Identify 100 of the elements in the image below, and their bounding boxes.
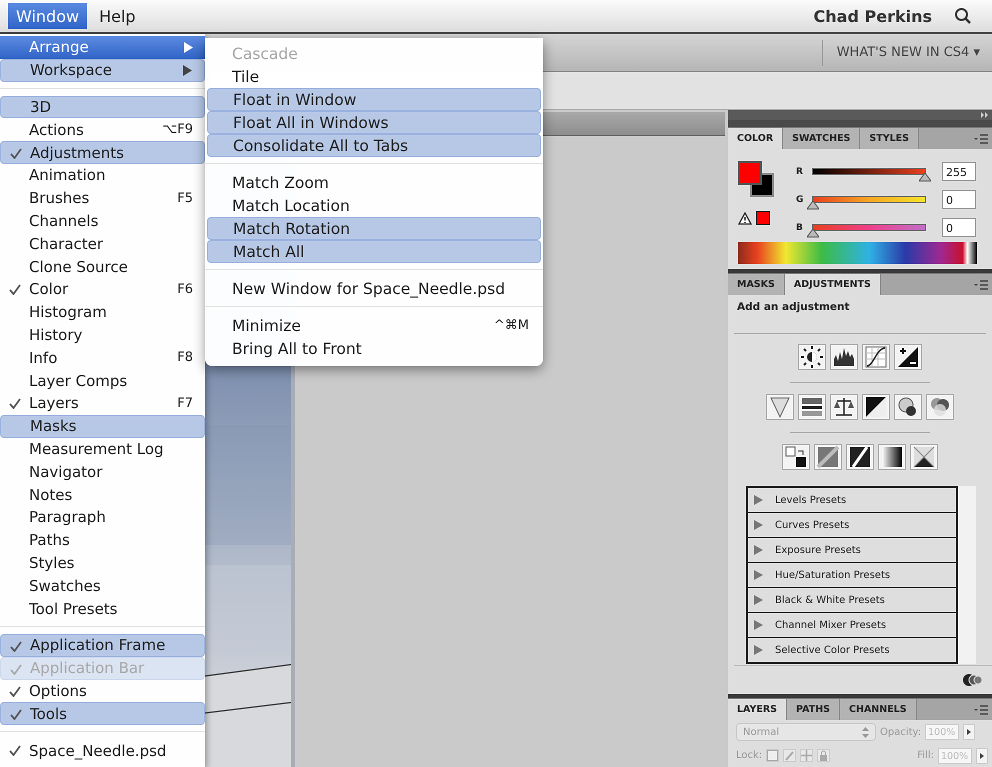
- panel-menu-icon[interactable]: [974, 280, 988, 290]
- panel-tab[interactable]: COLOR: [728, 128, 784, 149]
- diagonal-split-icon[interactable]: [862, 394, 890, 420]
- preset-row[interactable]: Black & White Presets: [748, 588, 956, 613]
- shortcut-text: F6: [177, 282, 193, 297]
- disclosure-triangle-icon[interactable]: [754, 495, 763, 505]
- menu-item[interactable]: Adjustments: [0, 141, 205, 164]
- menu-item[interactable]: Layer Comps: [0, 369, 205, 392]
- slash-icon[interactable]: [846, 444, 874, 470]
- menu-item[interactable]: Paths: [0, 528, 205, 552]
- menu-item[interactable]: 3D: [0, 96, 205, 118]
- menu-item[interactable]: Arrange: [0, 36, 205, 59]
- panel-tab[interactable]: SWATCHES: [783, 128, 860, 149]
- value-field[interactable]: 0: [942, 190, 976, 209]
- checkmark-icon: [9, 686, 21, 697]
- preset-row[interactable]: Curves Presets: [748, 513, 956, 538]
- menu-item[interactable]: Space_Needle.psd: [0, 739, 205, 762]
- user-name: Chad Perkins: [814, 6, 932, 26]
- menu-item[interactable]: Layers F7: [0, 392, 205, 415]
- menu-item[interactable]: Paragraph: [0, 506, 205, 529]
- color-bars-icon[interactable]: [798, 394, 826, 420]
- histogram-icon[interactable]: [830, 344, 858, 370]
- workspace-menu[interactable]: WHAT'S NEW IN CS4 ▾: [836, 45, 980, 60]
- menu-title[interactable]: Window: [8, 3, 88, 29]
- value-field[interactable]: 0: [942, 218, 976, 237]
- checkmark-icon: [10, 709, 22, 720]
- plus-minus-icon[interactable]: [894, 344, 922, 370]
- preset-row[interactable]: Hue/Saturation Presets: [748, 563, 956, 588]
- menu-item[interactable]: Float All in Windows: [207, 111, 541, 134]
- menu-item[interactable]: Styles: [0, 552, 205, 574]
- lens-filter-icon[interactable]: [894, 394, 922, 420]
- panel-tab[interactable]: CHANNELS: [840, 699, 917, 720]
- curve-graph-icon[interactable]: [862, 344, 890, 370]
- sun-icon[interactable]: [798, 344, 826, 370]
- panel-tab[interactable]: ADJUSTMENTS: [784, 274, 881, 295]
- slider-thumb[interactable]: [807, 201, 819, 210]
- menu-item[interactable]: Match Rotation: [207, 217, 541, 240]
- menu-item[interactable]: Clone Source: [0, 255, 205, 278]
- preset-row[interactable]: Channel Mixer Presets: [748, 613, 956, 638]
- menu-item[interactable]: Application Frame: [0, 634, 205, 657]
- menu-item[interactable]: Float in Window: [207, 88, 541, 111]
- preset-row[interactable]: Levels Presets: [748, 488, 956, 513]
- disclosure-triangle-icon[interactable]: [754, 645, 763, 655]
- slider-thumb[interactable]: [919, 173, 931, 182]
- menu-item[interactable]: Notes: [0, 483, 205, 506]
- panel-tab[interactable]: PATHS: [787, 699, 840, 720]
- menu-item[interactable]: Workspace: [0, 58, 205, 82]
- menu-item[interactable]: New Window for Space_Needle.psd: [207, 277, 541, 300]
- disclosure-triangle-icon[interactable]: [754, 545, 763, 555]
- swap-squares-icon[interactable]: [782, 444, 810, 470]
- value-field[interactable]: 255: [942, 162, 976, 181]
- shortcut-text: ⌥F9: [162, 122, 193, 138]
- preset-row[interactable]: Selective Color Presets: [748, 638, 956, 662]
- panel-tab[interactable]: LAYERS: [728, 699, 788, 720]
- disclosure-triangle-icon[interactable]: [754, 595, 763, 605]
- panel-menu-icon[interactable]: [974, 134, 988, 144]
- menu-item[interactable]: Channels: [0, 210, 205, 232]
- menu-item[interactable]: Measurement Log: [0, 438, 205, 460]
- menu-item[interactable]: Swatches: [0, 574, 205, 598]
- menu-item[interactable]: Character: [0, 232, 205, 256]
- search-icon[interactable]: [954, 7, 972, 25]
- menu-item[interactable]: Masks: [0, 414, 205, 438]
- menu-item[interactable]: Histogram: [0, 300, 205, 324]
- menu-item[interactable]: Actions ⌥F9: [0, 118, 205, 142]
- collapse-icon[interactable]: [981, 112, 989, 118]
- menu-item[interactable]: Tile: [207, 65, 541, 88]
- menu-item[interactable]: Match Zoom: [207, 171, 541, 194]
- warning-icon[interactable]: [738, 212, 752, 224]
- menu-item[interactable]: Options: [0, 680, 205, 702]
- preset-row[interactable]: Exposure Presets: [748, 538, 956, 563]
- menu-item[interactable]: Minimize ^⌘M: [207, 314, 541, 337]
- gradient-icon[interactable]: [878, 444, 906, 470]
- gradient-square-icon[interactable]: [814, 444, 842, 470]
- panel-menu-icon[interactable]: [974, 704, 988, 714]
- menu-item[interactable]: Animation: [0, 164, 205, 187]
- clip-circles-icon[interactable]: [962, 673, 984, 687]
- cross-triangles-icon[interactable]: [910, 444, 938, 470]
- scales-icon[interactable]: [830, 394, 858, 420]
- disclosure-triangle-icon[interactable]: [754, 620, 763, 630]
- menu-item[interactable]: Tool Presets: [0, 597, 205, 620]
- menu-item[interactable]: Match All: [207, 240, 541, 263]
- overlapping-circles-icon[interactable]: [926, 394, 954, 420]
- disclosure-triangle-icon[interactable]: [754, 520, 763, 530]
- menu-item[interactable]: Navigator: [0, 460, 205, 484]
- menu-title[interactable]: Help: [91, 3, 144, 29]
- menu-item[interactable]: Tools: [0, 702, 205, 726]
- menu-item[interactable]: History: [0, 324, 205, 346]
- menu-item[interactable]: Bring All to Front: [207, 337, 541, 360]
- panel-tab[interactable]: MASKS: [728, 274, 785, 295]
- color-spectrum[interactable]: [728, 242, 992, 269]
- menu-item[interactable]: Brushes F5: [0, 186, 205, 210]
- menu-item[interactable]: Match Location: [207, 194, 541, 217]
- color-swatches-drawing[interactable]: [738, 161, 774, 197]
- panel-tab[interactable]: STYLES: [860, 128, 919, 149]
- menu-item[interactable]: Info F8: [0, 346, 205, 370]
- slider-thumb[interactable]: [807, 229, 819, 238]
- gamut-color-swatch[interactable]: [756, 211, 770, 225]
- menu-item[interactable]: Consolidate All to Tabs: [207, 134, 541, 157]
- disclosure-triangle-icon[interactable]: [754, 570, 763, 580]
- menu-item[interactable]: Color F6: [0, 278, 205, 301]
